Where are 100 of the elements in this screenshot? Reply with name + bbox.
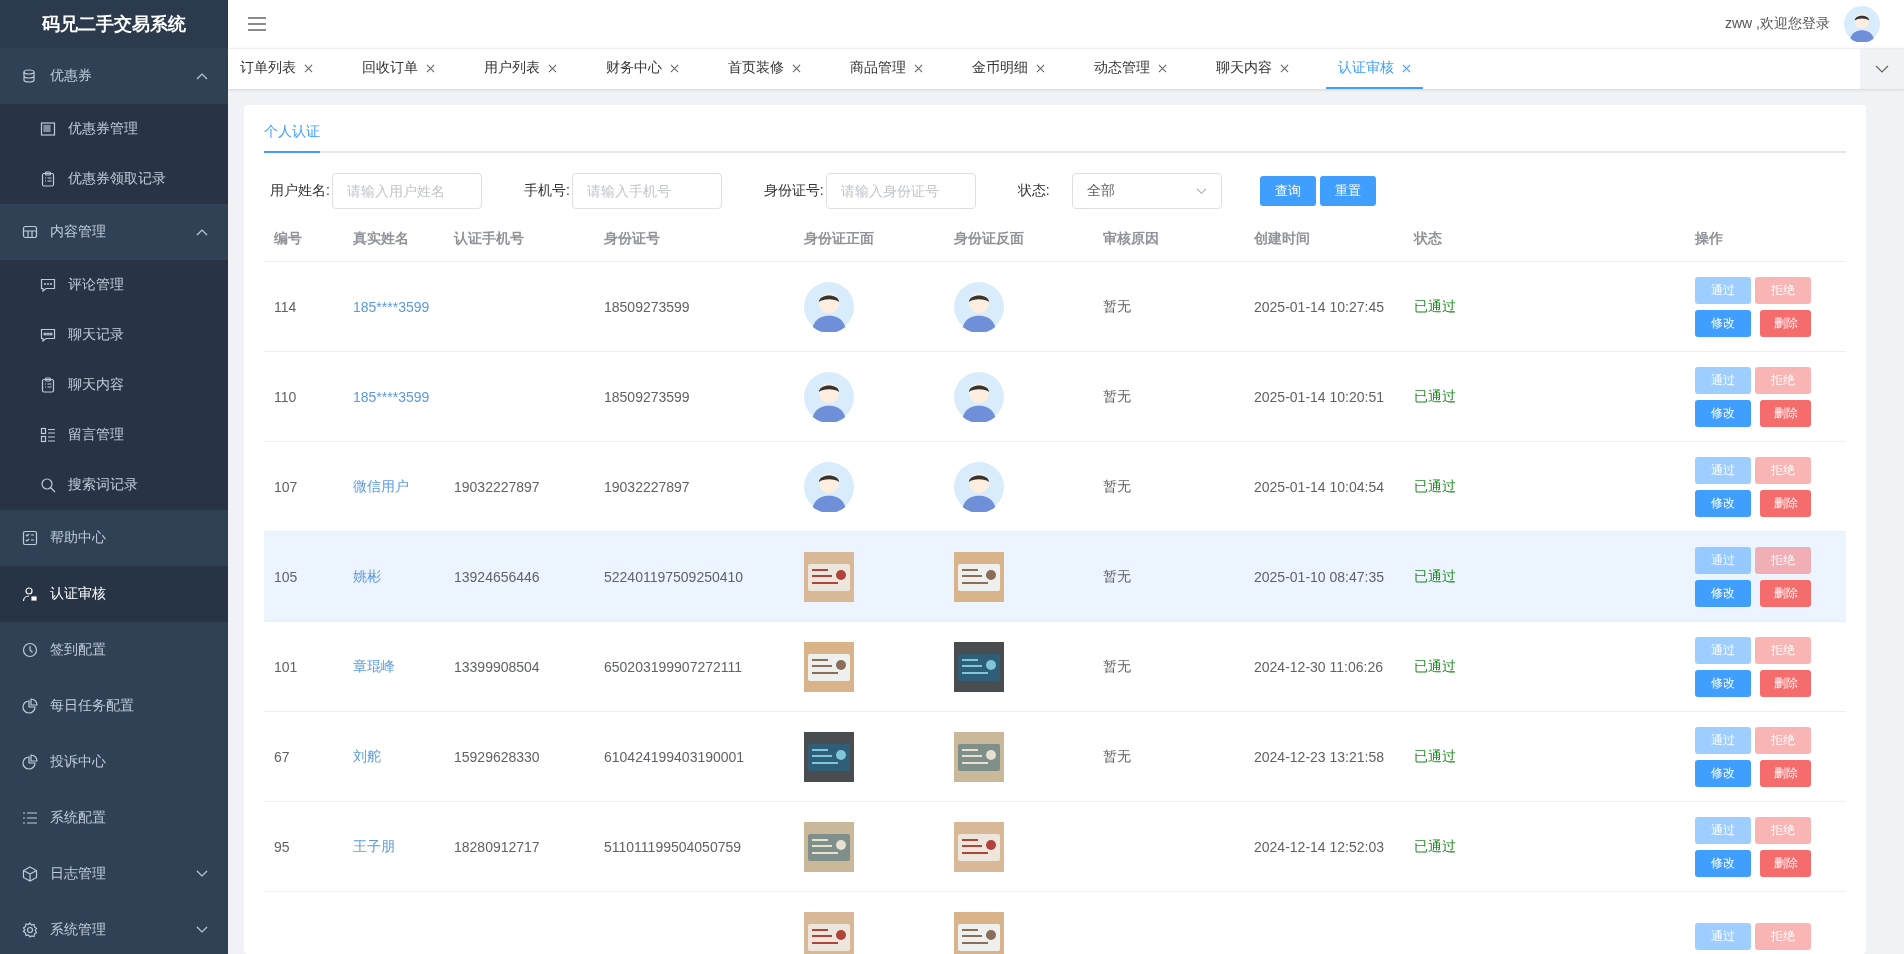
name-link[interactable]: 185****3599: [353, 388, 430, 405]
tab[interactable]: 财务中心: [594, 49, 691, 89]
edit-button[interactable]: 修改: [1695, 489, 1751, 517]
close-icon[interactable]: [1036, 63, 1045, 73]
column-header: 编号: [273, 230, 303, 248]
tab-label: 财务中心: [606, 59, 662, 77]
name-link[interactable]: 章琨峰: [353, 657, 395, 674]
menu-label: 优惠券: [50, 67, 93, 85]
delete-button[interactable]: 删除: [1760, 309, 1811, 337]
tab[interactable]: 订单列表: [228, 49, 325, 89]
close-icon[interactable]: [670, 63, 679, 73]
avatar-icon[interactable]: [954, 461, 1004, 512]
avatar-icon[interactable]: [804, 371, 854, 422]
tab-label: 商品管理: [850, 59, 906, 77]
menu-label: 评论管理: [68, 276, 125, 294]
edit-button[interactable]: 修改: [1695, 399, 1751, 427]
table-cell: 511011199504050759: [604, 838, 742, 855]
close-icon[interactable]: [792, 63, 801, 73]
table-cell: 19032227897: [604, 478, 690, 495]
status-text: 已通过: [1414, 297, 1456, 314]
edit-button[interactable]: 修改: [1695, 759, 1751, 787]
avatar-icon[interactable]: [1844, 6, 1880, 42]
close-icon[interactable]: [1280, 63, 1289, 73]
avatar-icon[interactable]: [804, 281, 854, 332]
input-field[interactable]: 请输入身份证号: [825, 173, 976, 209]
delete-button[interactable]: 删除: [1760, 849, 1811, 877]
submenu-item[interactable]: 聊天记录: [0, 310, 228, 360]
tab[interactable]: 首页装修: [716, 49, 813, 89]
name-link[interactable]: 微信用户: [353, 477, 409, 494]
tab[interactable]: 认证审核: [1326, 49, 1423, 89]
delete-button[interactable]: 删除: [1760, 579, 1811, 607]
tab-label: 用户列表: [484, 59, 540, 77]
caret-icon: [196, 926, 208, 934]
avatar-icon[interactable]: [954, 281, 1004, 332]
table-cell: 2025-01-14 10:20:51: [1254, 388, 1384, 405]
avatar-icon[interactable]: [804, 461, 854, 512]
column-header: 审核原因: [1102, 230, 1160, 248]
tab[interactable]: 商品管理: [838, 49, 935, 89]
name-link[interactable]: 刘舵: [353, 747, 381, 764]
filter-button[interactable]: 重置: [1319, 176, 1376, 206]
status-text: 已通过: [1414, 477, 1456, 494]
name-link[interactable]: 王子朋: [353, 837, 395, 854]
app-title: 码兄二手交易系统: [0, 0, 228, 48]
menu-icon[interactable]: [248, 17, 266, 31]
filter-label: 身份证号:: [763, 182, 824, 200]
submenu-item[interactable]: 留言管理: [0, 410, 228, 460]
status-text: 已通过: [1414, 837, 1456, 854]
menu-item[interactable]: 认证审核: [0, 566, 228, 622]
close-icon[interactable]: [304, 63, 313, 73]
table-cell: 650203199907272111: [604, 658, 743, 675]
table-cell: 105: [274, 568, 298, 585]
table-cell: 2024-12-30 11:06:26: [1254, 658, 1383, 675]
name-link[interactable]: 185****3599: [353, 298, 430, 315]
table-cell: 107: [274, 478, 298, 495]
pie-icon: [22, 698, 38, 714]
edit-button[interactable]: 修改: [1695, 849, 1751, 877]
close-icon[interactable]: [914, 63, 923, 73]
tab[interactable]: 回收订单: [350, 49, 447, 89]
tab-label: 金币明细: [972, 59, 1028, 77]
delete-button[interactable]: 删除: [1760, 489, 1811, 517]
table-cell: 13924656446: [454, 568, 540, 585]
tab[interactable]: 聊天内容: [1204, 49, 1301, 89]
close-icon[interactable]: [548, 63, 557, 73]
input-field[interactable]: 请输入用户姓名: [331, 173, 482, 209]
submenu-item[interactable]: 优惠券管理: [0, 104, 228, 154]
menu-label: 系统管理: [50, 921, 107, 939]
list-boxes-icon: [40, 427, 56, 443]
edit-button[interactable]: 修改: [1695, 669, 1751, 697]
filter-button[interactable]: 查询: [1259, 176, 1316, 206]
lines-icon: [22, 810, 38, 826]
tab[interactable]: 动态管理: [1082, 49, 1179, 89]
input-field[interactable]: 请输入手机号: [571, 173, 722, 209]
delete-button[interactable]: 删除: [1760, 399, 1811, 427]
chat-icon: [40, 277, 56, 293]
menu-label: 帮助中心: [50, 529, 107, 547]
column-header: 身份证号: [603, 230, 661, 248]
close-icon[interactable]: [426, 63, 435, 73]
name-link[interactable]: 姚彬: [353, 567, 381, 584]
table-cell: 13399908504: [454, 658, 540, 675]
page-tab[interactable]: 个人认证: [264, 123, 320, 153]
edit-button[interactable]: 修改: [1695, 579, 1751, 607]
avatar-icon[interactable]: [954, 371, 1004, 422]
column-header: 操作: [1694, 230, 1724, 248]
table-cell: 暂无: [1103, 477, 1131, 494]
close-icon[interactable]: [1402, 63, 1411, 73]
status-select[interactable]: 全部: [1071, 173, 1222, 209]
menu-label: 聊天记录: [68, 326, 125, 344]
submenu-item[interactable]: 聊天内容: [0, 360, 228, 410]
edit-button[interactable]: 修改: [1695, 309, 1751, 337]
table-cell: 暂无: [1103, 657, 1131, 674]
delete-button[interactable]: 删除: [1760, 759, 1811, 787]
clipboard-icon: [40, 171, 56, 187]
table-cell: 2025-01-10 08:47:35: [1254, 568, 1384, 585]
submenu-item[interactable]: 优惠券领取记录: [0, 154, 228, 204]
tab[interactable]: 用户列表: [472, 49, 569, 89]
close-icon[interactable]: [1158, 63, 1167, 73]
delete-button[interactable]: 删除: [1760, 669, 1811, 697]
submenu-item[interactable]: 评论管理: [0, 260, 228, 310]
tab[interactable]: 金币明细: [960, 49, 1057, 89]
submenu-item[interactable]: 搜索词记录: [0, 460, 228, 510]
